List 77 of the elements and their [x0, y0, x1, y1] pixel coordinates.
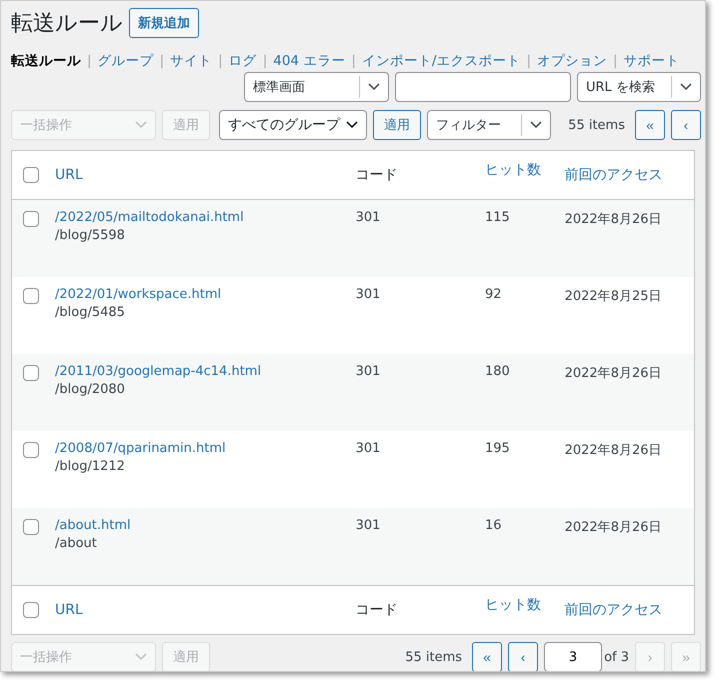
- target-url: /blog/1212: [55, 459, 126, 474]
- chevron-down-icon: [680, 83, 692, 91]
- separator: |: [526, 53, 531, 69]
- add-new-button[interactable]: 新規追加: [129, 8, 199, 38]
- table-cell-text: 195: [484, 441, 511, 456]
- page-total: of 3: [604, 650, 629, 664]
- table-cell-text: 16: [484, 518, 503, 533]
- table-cell-text: 301: [356, 364, 382, 379]
- checkbox[interactable]: [23, 365, 39, 381]
- separator: |: [160, 53, 164, 69]
- table-cell-text: 2022年8月26日: [564, 442, 663, 459]
- table-cell-text: 2022年8月25日: [564, 288, 663, 305]
- item-count: 55 items: [568, 118, 625, 132]
- target-url: /blog/2080: [55, 382, 126, 397]
- item-count: 55 items: [405, 650, 462, 664]
- group-select[interactable]: すべてのグループ: [219, 110, 367, 140]
- checkbox[interactable]: [23, 211, 39, 227]
- column-header: コード: [356, 601, 399, 619]
- checkbox[interactable]: [23, 519, 39, 535]
- table-cell-text: 301: [356, 518, 382, 533]
- target-url: /blog/5485: [55, 305, 126, 320]
- separator: |: [87, 53, 92, 69]
- checkbox[interactable]: [23, 167, 39, 183]
- search-select[interactable]: URL を検索: [577, 72, 701, 102]
- table-cell-text: 2022年8月26日: [564, 211, 663, 228]
- nav-link[interactable]: サポート: [624, 52, 680, 70]
- target-url: /about: [55, 536, 98, 551]
- nav-link[interactable]: ログ: [228, 52, 257, 70]
- pagination-button[interactable]: ‹: [508, 642, 538, 671]
- source-url-link[interactable]: /2022/01/workspace.html: [55, 287, 356, 302]
- nav-link[interactable]: グループ: [98, 52, 154, 70]
- table-cell-text: 180: [484, 364, 511, 379]
- checkbox[interactable]: [23, 602, 39, 618]
- table-cell-text: 92: [484, 287, 503, 302]
- chevron-down-icon: [530, 121, 542, 129]
- pagination-button[interactable]: «: [635, 110, 665, 140]
- separator: |: [351, 53, 356, 69]
- column-header[interactable]: ヒット数: [484, 161, 565, 179]
- filter-select[interactable]: フィルター: [427, 110, 551, 140]
- page-number-field[interactable]: 3: [544, 642, 602, 671]
- view-select[interactable]: 標準画面: [244, 72, 389, 102]
- checkbox[interactable]: [23, 288, 39, 304]
- table-cell-text: 2022年8月26日: [564, 519, 663, 536]
- source-url-link[interactable]: /2022/05/mailtodokanai.html: [55, 210, 356, 225]
- table-cell-text: 301: [356, 210, 382, 225]
- column-header[interactable]: 前回のアクセス: [564, 166, 694, 184]
- nav-link[interactable]: 404 エラー: [273, 52, 346, 70]
- apply-button[interactable]: 適用: [373, 110, 421, 140]
- column-header[interactable]: URL: [55, 602, 356, 618]
- target-url: /blog/5598: [55, 228, 126, 243]
- separator: |: [613, 53, 618, 69]
- chevron-down-icon: [135, 121, 147, 129]
- table-cell-text: 2022年8月26日: [564, 365, 663, 382]
- source-url-link[interactable]: /2011/03/googlemap-4c14.html: [55, 364, 356, 379]
- table-cell-text: 301: [356, 441, 382, 456]
- separator: |: [218, 53, 223, 69]
- pagination-button[interactable]: «: [472, 642, 502, 671]
- nav-link[interactable]: インポート/エクスポート: [362, 52, 520, 70]
- table-cell-text: 115: [484, 210, 511, 225]
- source-url-link[interactable]: /about.html: [55, 518, 356, 533]
- nav-link[interactable]: サイト: [170, 52, 212, 70]
- checkbox[interactable]: [23, 442, 39, 458]
- nav-link[interactable]: オプション: [537, 52, 607, 70]
- separator: |: [262, 53, 268, 69]
- table-cell-text: 301: [356, 287, 382, 302]
- page-title: 転送ルール: [11, 10, 123, 38]
- source-url-link[interactable]: /2008/07/qparinamin.html: [55, 441, 356, 456]
- chevron-down-icon: [135, 653, 147, 661]
- chevron-down-icon: [346, 121, 358, 129]
- column-header: コード: [356, 166, 399, 184]
- pagination-button[interactable]: ‹: [671, 110, 701, 140]
- column-header[interactable]: ヒット数: [484, 596, 565, 614]
- nav-link[interactable]: 転送ルール: [11, 52, 81, 70]
- column-header[interactable]: URL: [55, 167, 356, 183]
- chevron-down-icon: [368, 83, 380, 91]
- search-field[interactable]: [395, 72, 571, 102]
- column-header[interactable]: 前回のアクセス: [564, 601, 694, 619]
